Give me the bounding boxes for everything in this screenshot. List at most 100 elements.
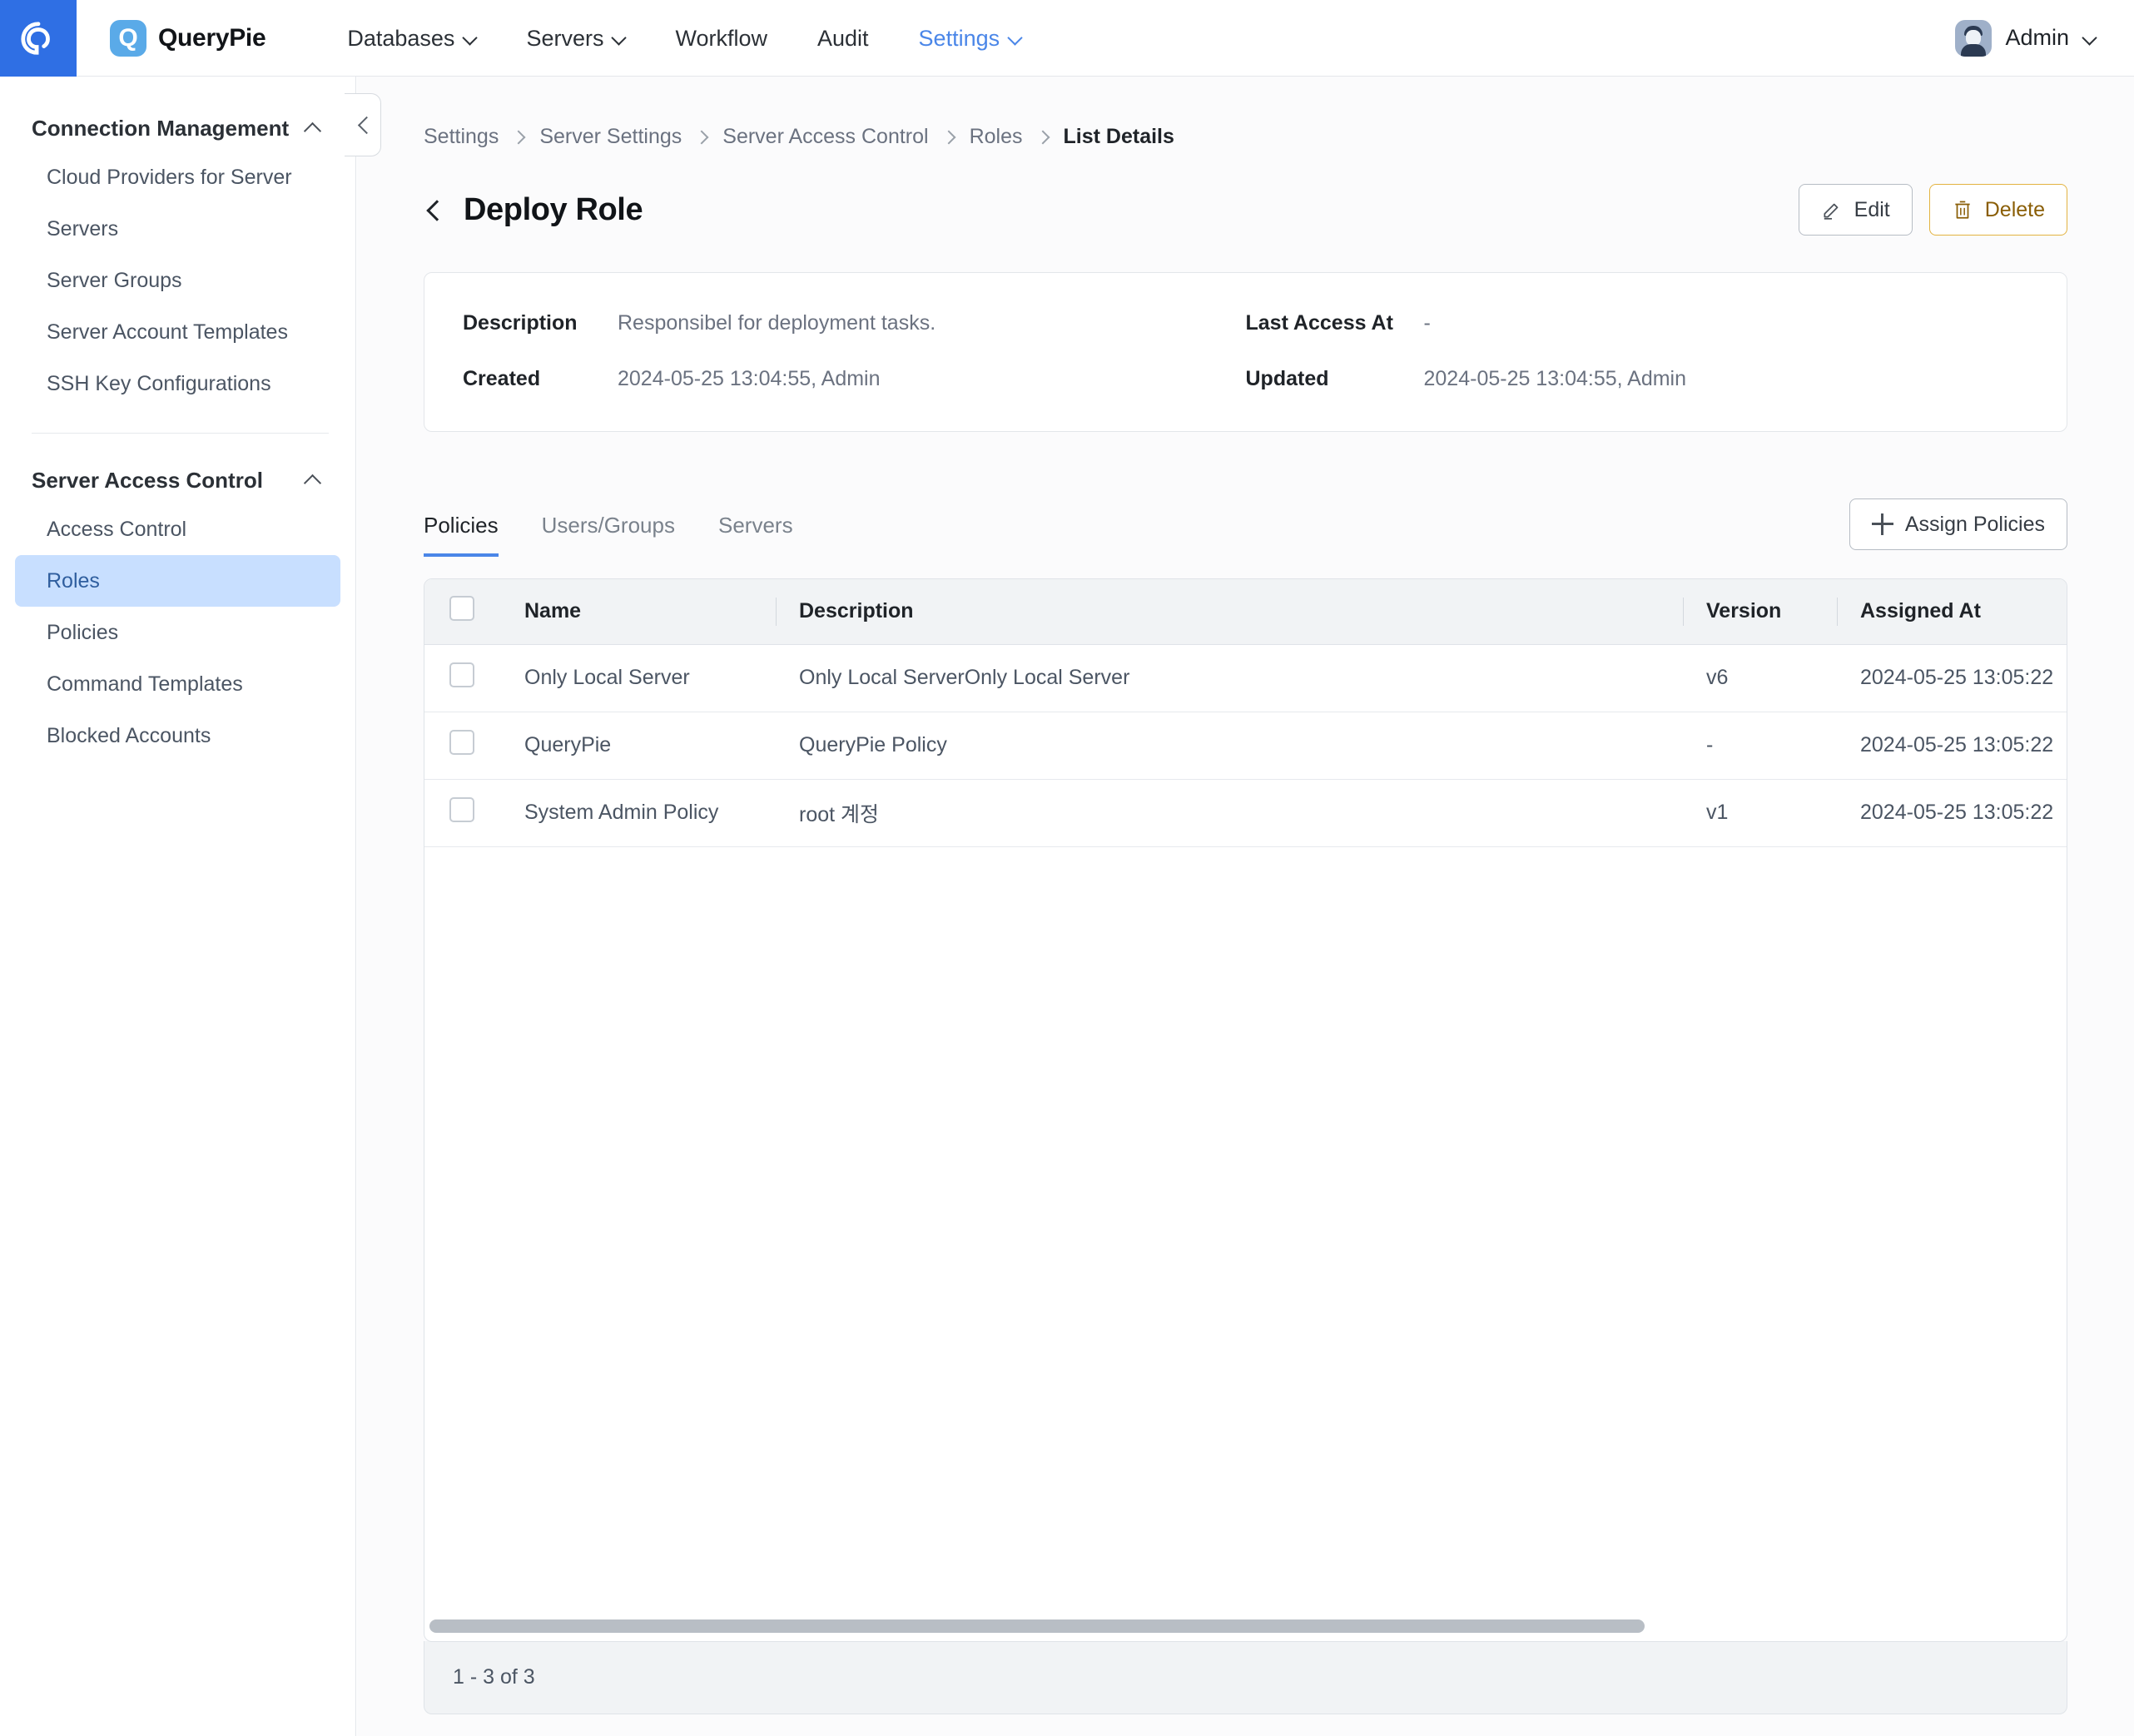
top-bar: Q QueryPie Databases Servers Workflow Au…: [0, 0, 2134, 77]
info-created-value: 2024-05-25 13:04:55, Admin: [618, 367, 881, 390]
info-updated-label: Updated: [1245, 367, 1329, 390]
app-logo-tile[interactable]: [0, 0, 77, 77]
chevron-down-icon: [463, 30, 476, 43]
select-all-checkbox[interactable]: [449, 596, 474, 622]
sidebar-item-access-control[interactable]: Access Control: [15, 503, 340, 555]
edit-button[interactable]: Edit: [1798, 184, 1913, 236]
sidebar-divider: [32, 433, 329, 434]
collapse-sidebar-button[interactable]: [345, 93, 381, 156]
sidebar-item-label: SSH Key Configurations: [47, 371, 271, 395]
sidebar-item-server-groups[interactable]: Server Groups: [15, 255, 340, 306]
sidebar-group-server-access-control[interactable]: Server Access Control: [0, 457, 355, 503]
sidebar-item-command-templates[interactable]: Command Templates: [15, 658, 340, 710]
chevron-right-icon: [697, 131, 707, 142]
sidebar-group-connection-management[interactable]: Connection Management: [0, 105, 355, 151]
user-menu[interactable]: Admin: [1955, 19, 2096, 57]
nav-label-databases: Databases: [347, 25, 455, 51]
info-created: Created 2024-05-25 13:04:55, Admin: [463, 367, 1246, 391]
sidebar-item-servers[interactable]: Servers: [15, 203, 340, 255]
table-body: Only Local Server Only Local ServerOnly …: [424, 644, 2067, 847]
cell-name: QueryPie: [501, 712, 776, 780]
scrollbar-thumb[interactable]: [429, 1619, 1645, 1633]
breadcrumb: Settings Server Settings Server Access C…: [357, 77, 2134, 149]
chevron-down-icon: [1008, 30, 1021, 43]
table-row[interactable]: QueryPie QueryPie Policy - 2024-05-25 13…: [424, 712, 2067, 780]
info-description-value: Responsibel for deployment tasks.: [618, 311, 936, 335]
sidebar-group-title: Connection Management: [32, 115, 290, 141]
pencil-icon: [1824, 203, 1839, 220]
assign-policies-label: Assign Policies: [1904, 512, 2045, 536]
user-name: Admin: [2005, 25, 2069, 50]
tab-users-groups[interactable]: Users/Groups: [542, 513, 675, 557]
chevron-up-icon: [305, 472, 322, 489]
tab-users-groups-label: Users/Groups: [541, 513, 675, 538]
info-updated: Updated 2024-05-25 13:04:55, Admin: [1246, 367, 2029, 391]
header-version[interactable]: Version: [1683, 579, 1837, 645]
delete-button[interactable]: Delete: [1928, 184, 2067, 236]
header-description[interactable]: Description: [776, 579, 1683, 645]
table-row[interactable]: System Admin Policy root 계정 v1 2024-05-2…: [424, 779, 2067, 847]
sidebar-item-label: Server Groups: [47, 268, 182, 292]
sidebar-item-label: Command Templates: [47, 672, 243, 696]
nav-item-settings[interactable]: Settings: [894, 0, 1047, 77]
assign-policies-button[interactable]: Assign Policies: [1849, 498, 2067, 550]
sidebar-item-ssh-key-configurations[interactable]: SSH Key Configurations: [15, 358, 340, 409]
brand[interactable]: Q QueryPie: [110, 19, 266, 57]
cell-name: Only Local Server: [501, 644, 776, 712]
tab-servers[interactable]: Servers: [718, 513, 793, 557]
info-last-access: Last Access At -: [1246, 311, 2029, 335]
sidebar-item-policies[interactable]: Policies: [15, 607, 340, 658]
trash-icon: [1955, 201, 1970, 219]
nav-item-workflow[interactable]: Workflow: [650, 0, 792, 77]
nav-label-settings: Settings: [918, 25, 1000, 51]
chevron-up-icon: [305, 120, 322, 136]
avatar: [1955, 19, 1993, 57]
sidebar-item-label: Cloud Providers for Server: [47, 165, 292, 189]
row-checkbox[interactable]: [449, 730, 474, 755]
cell-description: Only Local ServerOnly Local Server: [776, 644, 1683, 712]
breadcrumb-item-list-details: List Details: [1063, 125, 1174, 148]
info-description-label: Description: [463, 311, 578, 335]
nav-item-servers[interactable]: Servers: [501, 0, 650, 77]
brand-mark-icon: Q: [110, 19, 146, 57]
cell-version: v6: [1683, 644, 1837, 712]
info-last-access-value: -: [1423, 311, 1431, 335]
sidebar: Connection Management Cloud Providers fo…: [0, 77, 356, 1736]
chevron-right-icon: [1038, 131, 1049, 142]
info-last-access-label: Last Access At: [1245, 311, 1393, 335]
cell-assigned-at: 2024-05-25 13:05:22: [1837, 712, 2067, 780]
nav-item-audit[interactable]: Audit: [792, 0, 894, 77]
sidebar-item-cloud-providers-for-server[interactable]: Cloud Providers for Server: [15, 151, 340, 203]
header-name[interactable]: Name: [501, 579, 776, 645]
nav-label-audit: Audit: [817, 25, 869, 51]
breadcrumb-item-server-settings[interactable]: Server Settings: [539, 125, 682, 149]
sidebar-item-blocked-accounts[interactable]: Blocked Accounts: [15, 710, 340, 761]
sidebar-item-roles[interactable]: Roles: [15, 555, 340, 607]
cell-assigned-at: 2024-05-25 13:05:22: [1837, 644, 2067, 712]
sidebar-item-label: Servers: [47, 216, 119, 241]
table-horizontal-scrollbar[interactable]: [429, 1619, 2067, 1633]
header-select-all: [424, 579, 501, 645]
nav-item-databases[interactable]: Databases: [322, 0, 501, 77]
sidebar-item-label: Blocked Accounts: [47, 723, 211, 747]
header-assigned-at[interactable]: Assigned At: [1837, 579, 2067, 645]
row-checkbox[interactable]: [449, 797, 474, 822]
back-chevron-left-icon[interactable]: [424, 199, 445, 221]
main-nav: Databases Servers Workflow Audit Setting…: [322, 0, 1046, 77]
sidebar-item-label: Roles: [47, 568, 100, 593]
sidebar-item-server-account-templates[interactable]: Server Account Templates: [15, 306, 340, 358]
sidebar-item-label: Policies: [47, 620, 119, 644]
main-content: Settings Server Settings Server Access C…: [357, 77, 2134, 1736]
tab-policies[interactable]: Policies: [424, 513, 499, 557]
table-header-row: Name Description Version Assigned At: [424, 579, 2067, 645]
breadcrumb-item-settings[interactable]: Settings: [424, 125, 499, 149]
policies-table: Name Description Version Assigned At Onl…: [424, 579, 2067, 847]
row-checkbox-cell: [424, 644, 501, 712]
breadcrumb-item-roles[interactable]: Roles: [970, 125, 1023, 149]
cell-version: -: [1683, 712, 1837, 780]
row-checkbox[interactable]: [449, 662, 474, 687]
breadcrumb-item-server-access-control[interactable]: Server Access Control: [722, 125, 928, 149]
page-title: Deploy Role: [464, 191, 643, 227]
chevron-down-icon: [2082, 30, 2096, 43]
table-row[interactable]: Only Local Server Only Local ServerOnly …: [424, 644, 2067, 712]
